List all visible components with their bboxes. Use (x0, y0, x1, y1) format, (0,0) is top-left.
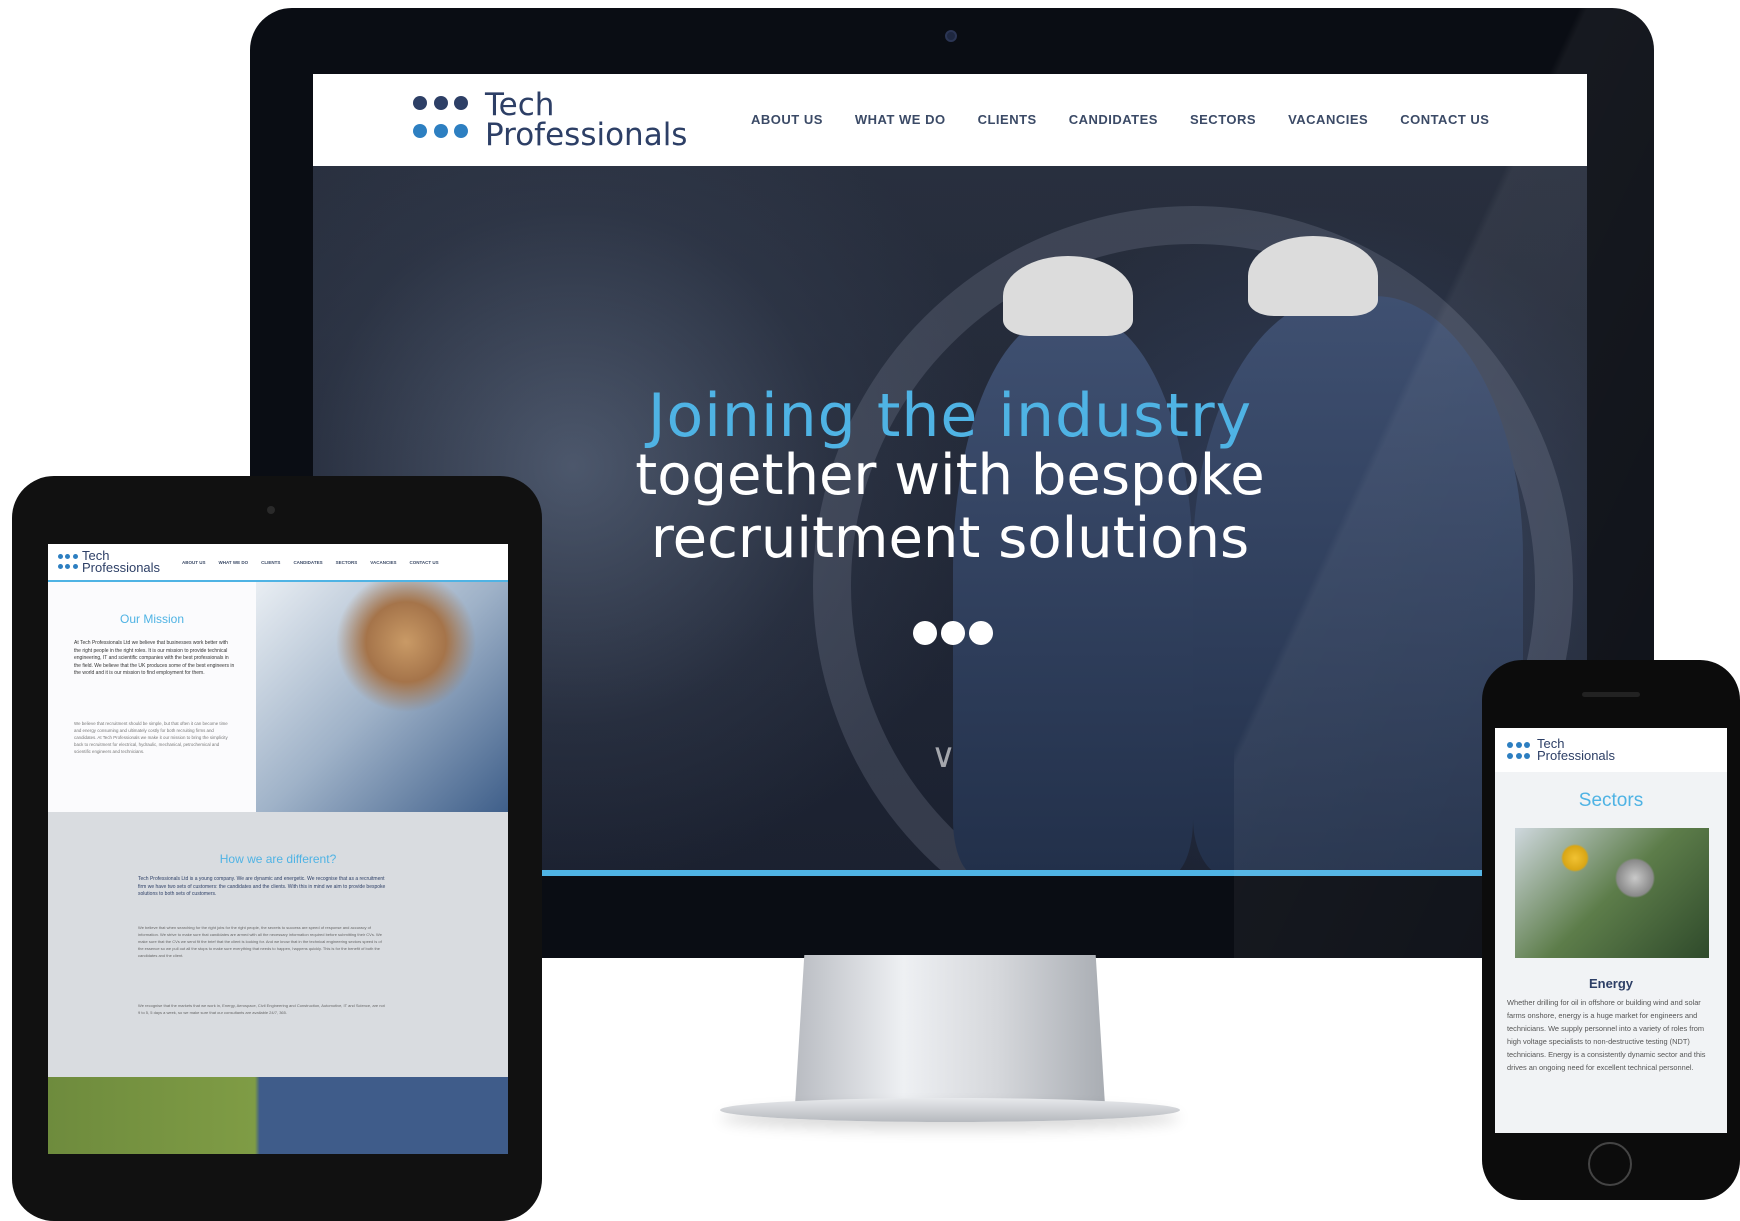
nav-vacancies[interactable]: VACANCIES (1288, 112, 1368, 127)
mission-section: Our Mission At Tech Professionals Ltd we… (48, 582, 256, 812)
nav-candidates[interactable]: CANDIDATES (1069, 112, 1158, 127)
nav-what-we-do[interactable]: WHAT WE DO (855, 112, 946, 127)
hero-headline-accent: Joining the industry (647, 381, 1253, 451)
mission-title: Our Mission (119, 612, 184, 626)
brand-line-2: Professionals (1537, 748, 1616, 763)
brand-name[interactable]: Tech Professionals (82, 549, 161, 575)
brand-line-1: Tech (485, 87, 555, 123)
phone-header: Tech Professionals (1495, 728, 1727, 772)
sectors-title: Sectors (1578, 790, 1644, 811)
nav-sectors[interactable]: SECTORS (336, 560, 358, 565)
different-paragraph-3: We recognise that the markets that we wo… (138, 1003, 385, 1015)
nav-clients[interactable]: CLIENTS (261, 560, 280, 565)
logo-dots-icon (913, 621, 993, 645)
different-section: How we are different? Tech Professionals… (48, 812, 508, 1077)
webcam (945, 30, 957, 42)
nav-contact-us[interactable]: CONTACT US (1400, 112, 1489, 127)
home-button[interactable] (1588, 1142, 1632, 1186)
nav-sectors[interactable]: SECTORS (1190, 112, 1256, 127)
logo-icon[interactable] (413, 96, 469, 148)
site-header: Tech Professionals ABOUT US WHAT WE DO C… (313, 74, 1587, 166)
nav-candidates[interactable]: CANDIDATES (293, 560, 322, 565)
tablet-screen: Tech Professionals ABOUT US WHAT WE DO C… (48, 544, 508, 1154)
brand-line-2: Professionals (82, 560, 161, 575)
nav-contact-us[interactable]: CONTACT US (409, 560, 438, 565)
brand-line-2: Professionals (485, 117, 688, 153)
tablet-header: Tech Professionals ABOUT US WHAT WE DO C… (48, 544, 508, 582)
different-paragraph-2: We believe that when searching for the r… (138, 925, 382, 958)
nav-clients[interactable]: CLIENTS (978, 112, 1037, 127)
different-paragraph-1: Tech Professionals Ltd is a young compan… (138, 876, 386, 897)
mission-paragraph-2: We believe that recruitment should be si… (74, 721, 228, 754)
phone-screen: Tech Professionals Sectors Energy Whethe… (1495, 728, 1727, 1133)
phone-speaker (1582, 692, 1640, 697)
tablet-camera (267, 506, 275, 514)
energy-photo (1515, 828, 1709, 958)
main-nav: ABOUT US WHAT WE DO CLIENTS CANDIDATES S… (751, 112, 1489, 127)
scroll-down-chevron-icon[interactable]: ∨ (931, 736, 956, 776)
nav-what-we-do[interactable]: WHAT WE DO (219, 560, 249, 565)
hero-helmet-right (1248, 236, 1378, 316)
logo-icon[interactable] (1507, 742, 1531, 762)
mission-paragraph-1: At Tech Professionals Ltd we believe tha… (74, 640, 235, 676)
different-title: How we are different? (219, 852, 337, 866)
tablet-device: Tech Professionals ABOUT US WHAT WE DO C… (12, 476, 542, 1221)
phone-device: Tech Professionals Sectors Energy Whethe… (1482, 660, 1740, 1200)
nav-about-us[interactable]: ABOUT US (182, 560, 206, 565)
energy-description: Whether drilling for oil in offshore or … (1507, 998, 1706, 1072)
monitor-stand-base (720, 1098, 1180, 1122)
nav-about-us[interactable]: ABOUT US (751, 112, 823, 127)
logo-icon[interactable] (58, 554, 78, 572)
engineer-photo (256, 582, 508, 812)
monitor-stand (795, 955, 1105, 1105)
hero-helmet-left (1003, 256, 1133, 336)
brand-name[interactable]: Tech Professionals (1537, 737, 1616, 763)
tablet-footer-image (48, 1077, 508, 1154)
brand-name[interactable]: Tech Professionals (485, 87, 688, 153)
energy-heading: Energy (1588, 976, 1634, 991)
tablet-nav: ABOUT US WHAT WE DO CLIENTS CANDIDATES S… (182, 560, 439, 565)
nav-vacancies[interactable]: VACANCIES (370, 560, 396, 565)
